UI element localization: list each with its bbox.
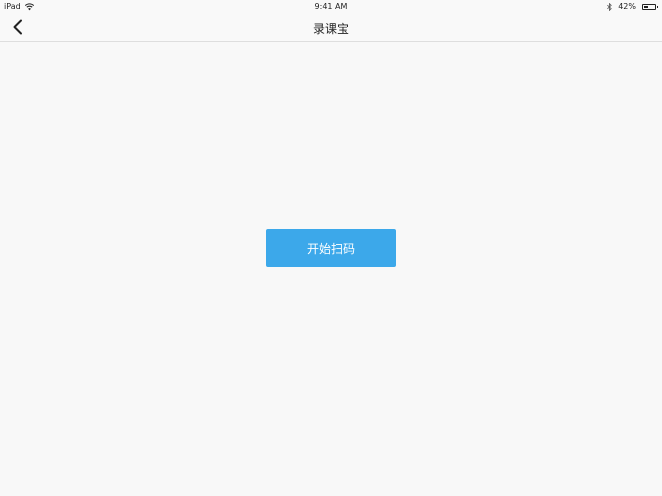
status-time: 9:41 AM [314,2,348,11]
start-scan-button[interactable]: 开始扫码 [266,229,396,267]
navigation-bar: 录课宝 [0,14,662,42]
battery-percent: 42% [618,2,636,11]
status-bar: iPad 9:41 AM 42% [0,0,662,14]
bluetooth-icon [607,2,613,11]
battery-fill [644,5,649,8]
app-screen: iPad 9:41 AM 42% 录课宝 开始扫码 [0,0,662,496]
battery-icon [642,3,658,10]
page-title: 录课宝 [312,22,349,36]
status-right: 42% [607,2,658,11]
